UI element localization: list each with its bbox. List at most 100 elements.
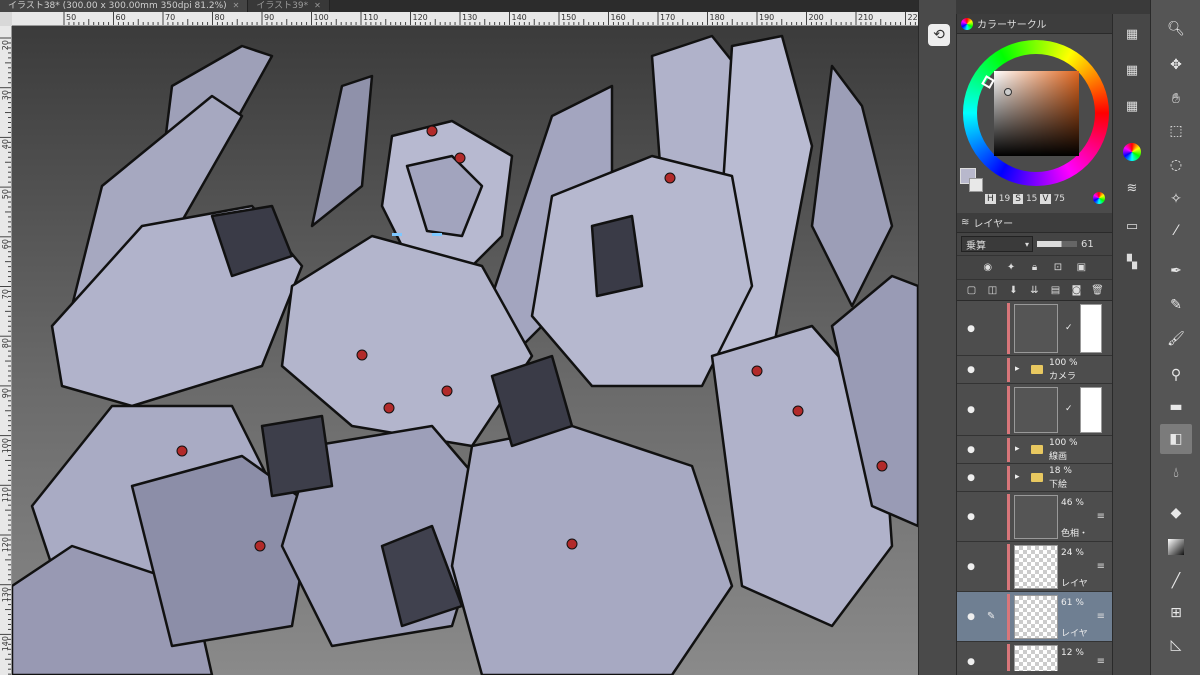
close-icon[interactable]: ✕ bbox=[233, 0, 240, 12]
sub-tool-b-icon[interactable]: ▦ bbox=[1118, 56, 1146, 84]
brush-icon[interactable]: 🖌︎ bbox=[1160, 324, 1192, 354]
sub-tool-a-icon[interactable]: ▦ bbox=[1118, 20, 1146, 48]
ruler-label: 210 bbox=[858, 13, 874, 22]
opacity-slider[interactable] bbox=[1037, 241, 1077, 247]
layer-mask-thumbnail[interactable] bbox=[1080, 387, 1102, 433]
opacity-value[interactable]: 61 bbox=[1081, 239, 1094, 250]
add-mask-icon[interactable]: ◙ bbox=[1068, 282, 1085, 298]
layer-row[interactable]: ● ▸ 100 % カメラ bbox=[957, 356, 1112, 384]
hand-icon[interactable]: ✋︎ bbox=[1160, 84, 1192, 114]
eye-icon[interactable]: ● bbox=[964, 610, 978, 624]
lock-icon[interactable]: 🔒︎ bbox=[1026, 260, 1043, 276]
sub-color-swatch[interactable] bbox=[969, 178, 983, 192]
layer-row[interactable]: ● 46 % 色相・ ≡ bbox=[957, 492, 1112, 542]
drawing-canvas[interactable] bbox=[12, 26, 918, 675]
sv-cursor[interactable] bbox=[1004, 88, 1012, 96]
layer-thumbnail bbox=[1014, 387, 1058, 433]
ruler-icon[interactable]: ◺ bbox=[1160, 630, 1192, 660]
tab-illust39[interactable]: イラスト39* ✕ bbox=[248, 0, 330, 12]
blend-mode-select[interactable]: 乗算 ▾ bbox=[961, 236, 1033, 252]
mask-icon[interactable]: ◉ bbox=[979, 260, 996, 276]
eye-icon[interactable]: ● bbox=[964, 655, 978, 669]
ruler-vertical[interactable]: 20 30 40 50 60 70 80 90 100 110 120 130 140 bbox=[0, 26, 12, 675]
layer-color-bar bbox=[1007, 303, 1010, 354]
layer-color-bar bbox=[1007, 644, 1010, 671]
pen-icon[interactable]: ✒︎ bbox=[1160, 256, 1192, 286]
layer-opacity: 24 % bbox=[1061, 548, 1084, 558]
layer-row[interactable]: ● 12 % ≡ bbox=[957, 642, 1112, 671]
expand-icon[interactable]: ▸ bbox=[1015, 472, 1020, 482]
layer-menu-icon[interactable]: ≡ bbox=[1097, 561, 1105, 572]
gradient-icon[interactable] bbox=[1160, 532, 1192, 562]
clip-studio-window: イラスト38* (300.00 x 300.00mm 350dpi 81.2%)… bbox=[0, 0, 1200, 675]
expand-icon[interactable]: ▸ bbox=[1015, 444, 1020, 454]
eye-icon[interactable]: ● bbox=[964, 560, 978, 574]
layers-stack-icon[interactable]: ≋ bbox=[1118, 174, 1146, 202]
layer-row[interactable]: ● ✓ bbox=[957, 384, 1112, 436]
move-icon[interactable]: ✥ bbox=[1160, 50, 1192, 80]
navigator-icon[interactable]: ▭ bbox=[1118, 212, 1146, 240]
new-layer-icon[interactable]: ▢ bbox=[963, 282, 980, 298]
eye-icon[interactable]: ● bbox=[964, 471, 978, 485]
layer-opacity: 18 % bbox=[1049, 466, 1072, 476]
tab-illust38[interactable]: イラスト38* (300.00 x 300.00mm 350dpi 81.2%)… bbox=[0, 0, 249, 12]
frame-icon[interactable]: ⊞ bbox=[1160, 598, 1192, 628]
eye-icon[interactable]: ● bbox=[964, 403, 978, 417]
lasso-icon[interactable]: ◌ bbox=[1160, 150, 1192, 180]
eyedropper-icon[interactable]: ⁄ bbox=[1160, 216, 1192, 246]
zoom-icon[interactable]: 🔍︎ bbox=[1160, 14, 1192, 44]
expand-icon[interactable]: ▸ bbox=[1015, 364, 1020, 374]
ruler-label: 130 bbox=[462, 13, 478, 22]
bucket-icon[interactable]: ◆ bbox=[1160, 498, 1192, 528]
layer-row[interactable]: ● ▸ 18 % 下絵 bbox=[957, 464, 1112, 492]
eye-icon[interactable]: ● bbox=[964, 322, 978, 336]
layer-row[interactable]: ● 24 % レイヤ ≡ bbox=[957, 542, 1112, 592]
eye-icon[interactable]: ● bbox=[964, 363, 978, 377]
panel-gutter: ⟲ bbox=[918, 0, 956, 675]
layer-row[interactable]: ● ✎ 61 % レイヤ ≡ bbox=[957, 592, 1112, 642]
color-mode-icon[interactable] bbox=[1093, 192, 1105, 204]
layer-panel-header[interactable]: ≋ レイヤー bbox=[957, 213, 1112, 233]
sync-icon[interactable]: ⟲ bbox=[928, 24, 950, 46]
layer-row[interactable]: ● ▸ 100 % 線画 bbox=[957, 436, 1112, 464]
layer-opacity: 100 % bbox=[1049, 358, 1078, 368]
ruler-label: 40 bbox=[1, 139, 10, 150]
fill-icon[interactable]: 💧︎ bbox=[1160, 458, 1192, 488]
layer-menu-icon[interactable]: ≡ bbox=[1097, 611, 1105, 622]
lock-alpha-icon[interactable]: ⊡ bbox=[1049, 260, 1066, 276]
ruler-corner bbox=[0, 12, 12, 26]
ruler-horizontal[interactable]: 50 60 70 80 90 100 110 120 130 140 150 160 170 180 190… bbox=[12, 12, 918, 26]
wand-icon[interactable]: ✧ bbox=[1160, 184, 1192, 214]
sub-tool-c-icon[interactable]: ▦ bbox=[1118, 92, 1146, 120]
layer-name: レイヤ bbox=[1061, 579, 1088, 589]
transfer-down-icon[interactable]: ⬇ bbox=[1005, 282, 1022, 298]
layer-mask-thumbnail[interactable] bbox=[1080, 304, 1102, 353]
layer-row[interactable]: ● ✓ bbox=[957, 301, 1112, 356]
merge-down-icon[interactable]: ⇊ bbox=[1026, 282, 1043, 298]
color-wheel-icon bbox=[961, 17, 973, 30]
material-icon[interactable]: ▚ bbox=[1118, 248, 1146, 276]
color-panel-header[interactable]: カラーサークル bbox=[957, 14, 1112, 34]
color-wheel-icon[interactable] bbox=[1118, 138, 1146, 166]
eraser-icon[interactable]: ◧ bbox=[1160, 424, 1192, 454]
sv-square[interactable] bbox=[994, 71, 1079, 156]
draft-icon[interactable]: ▣ bbox=[1073, 260, 1090, 276]
new-vector-icon[interactable]: ◫ bbox=[984, 282, 1001, 298]
layer-opacity: 12 % bbox=[1061, 648, 1084, 658]
folder-icon[interactable]: ▤ bbox=[1047, 282, 1064, 298]
layer-menu-icon[interactable]: ≡ bbox=[1097, 511, 1105, 522]
pencil-icon[interactable]: ✎ bbox=[1160, 290, 1192, 320]
line-icon[interactable]: ╱ bbox=[1160, 566, 1192, 596]
close-icon[interactable]: ✕ bbox=[314, 0, 321, 12]
airbrush-icon[interactable]: ⚲ bbox=[1160, 360, 1192, 390]
layer-color-bar bbox=[1007, 358, 1010, 382]
check-icon: ✓ bbox=[1065, 404, 1073, 414]
eye-icon[interactable]: ● bbox=[964, 510, 978, 524]
trash-icon[interactable]: 🗑︎ bbox=[1089, 282, 1106, 298]
layer-opacity: 46 % bbox=[1061, 498, 1084, 508]
blend-icon[interactable]: ▬ bbox=[1160, 392, 1192, 422]
eye-icon[interactable]: ● bbox=[964, 443, 978, 457]
select-icon[interactable]: ⬚ bbox=[1160, 116, 1192, 146]
reference-icon[interactable]: ✦ bbox=[1002, 260, 1019, 276]
layer-menu-icon[interactable]: ≡ bbox=[1097, 656, 1105, 667]
